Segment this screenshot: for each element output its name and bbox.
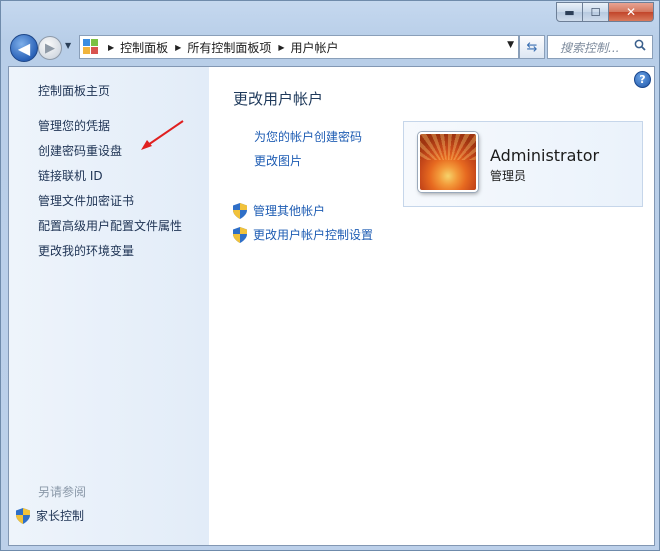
caption-buttons: ▬ ☐ ✕: [556, 2, 654, 22]
address-dropdown-icon[interactable]: ▼: [507, 40, 514, 50]
history-dropdown-icon[interactable]: ▼: [65, 41, 71, 50]
annotation-arrow-icon: [141, 120, 184, 150]
breadcrumb-control-panel[interactable]: 控制面板: [120, 39, 168, 56]
sidebar-item-manage-credentials[interactable]: 管理您的凭据: [38, 117, 110, 134]
breadcrumb-separator-icon[interactable]: ▶: [278, 43, 284, 52]
uac-shield-icon: [233, 226, 247, 243]
uac-shield-icon: [16, 507, 30, 524]
search-icon[interactable]: [634, 39, 646, 51]
breadcrumb-user-accounts[interactable]: 用户帐户: [291, 39, 339, 56]
sidebar-item-encryption-certificates[interactable]: 管理文件加密证书: [38, 192, 134, 209]
navigation-bar: ◀ ▶ ▼ ▶ 控制面板 ▶ 所有控制面板项 ▶ 用户帐户 ▼ ⇆ 搜索控制..…: [1, 32, 659, 62]
task-uac-settings[interactable]: 更改用户帐户控制设置: [233, 226, 373, 243]
forward-button[interactable]: ▶: [38, 36, 62, 60]
control-panel-icon: [83, 39, 101, 55]
refresh-button[interactable]: ⇆: [519, 35, 545, 59]
breadcrumb-all-items[interactable]: 所有控制面板项: [187, 39, 271, 56]
uac-shield-icon: [233, 202, 247, 219]
task-change-picture[interactable]: 更改图片: [254, 152, 302, 169]
minimize-button[interactable]: ▬: [556, 2, 583, 22]
sidebar-item-environment-variables[interactable]: 更改我的环境变量: [38, 242, 134, 259]
user-name: Administrator: [490, 146, 600, 165]
back-button[interactable]: ◀: [10, 34, 38, 62]
sidebar-item-home[interactable]: 控制面板主页: [38, 82, 110, 99]
sidebar-item-parental-controls[interactable]: 家长控制: [16, 507, 84, 524]
sidebar-item-create-reset-disk[interactable]: 创建密码重设盘: [38, 142, 122, 159]
refresh-icon: ⇆: [526, 39, 538, 55]
sidebar-item-profile-properties[interactable]: 配置高级用户配置文件属性: [38, 217, 182, 234]
address-bar[interactable]: ▶ 控制面板 ▶ 所有控制面板项 ▶ 用户帐户 ▼: [79, 35, 519, 59]
see-also-heading: 另请参阅: [38, 485, 87, 499]
breadcrumb-separator-icon[interactable]: ▶: [175, 43, 181, 52]
manage-other-accounts-label: 管理其他帐户: [253, 204, 326, 218]
sidebar-item-link-online-id[interactable]: 链接联机 ID: [38, 167, 103, 184]
window: ▬ ☐ ✕ ◀ ▶ ▼ ▶ 控制面板 ▶ 所有控制面板项 ▶ 用户帐户 ▼ ⇆: [0, 0, 660, 551]
avatar: [418, 132, 478, 192]
content-area: 控制面板主页 管理您的凭据 创建密码重设盘 链接联机 ID 管理文件加密证书 配…: [8, 66, 655, 546]
uac-settings-label: 更改用户帐户控制设置: [253, 228, 374, 242]
maximize-button[interactable]: ☐: [583, 2, 609, 22]
help-icon[interactable]: ?: [634, 71, 651, 88]
search-box[interactable]: 搜索控制...: [547, 35, 653, 59]
parental-controls-label: 家长控制: [36, 509, 85, 523]
search-input[interactable]: 搜索控制...: [560, 39, 619, 56]
task-manage-other-accounts[interactable]: 管理其他帐户: [233, 202, 325, 219]
breadcrumb-separator-icon[interactable]: ▶: [108, 43, 114, 52]
user-account-tile: Administrator 管理员: [403, 121, 643, 207]
page-title: 更改用户帐户: [233, 90, 324, 108]
title-bar: ▬ ☐ ✕: [1, 1, 659, 29]
user-role: 管理员: [490, 169, 527, 183]
task-create-password[interactable]: 为您的帐户创建密码: [254, 128, 362, 145]
close-button[interactable]: ✕: [609, 2, 654, 22]
